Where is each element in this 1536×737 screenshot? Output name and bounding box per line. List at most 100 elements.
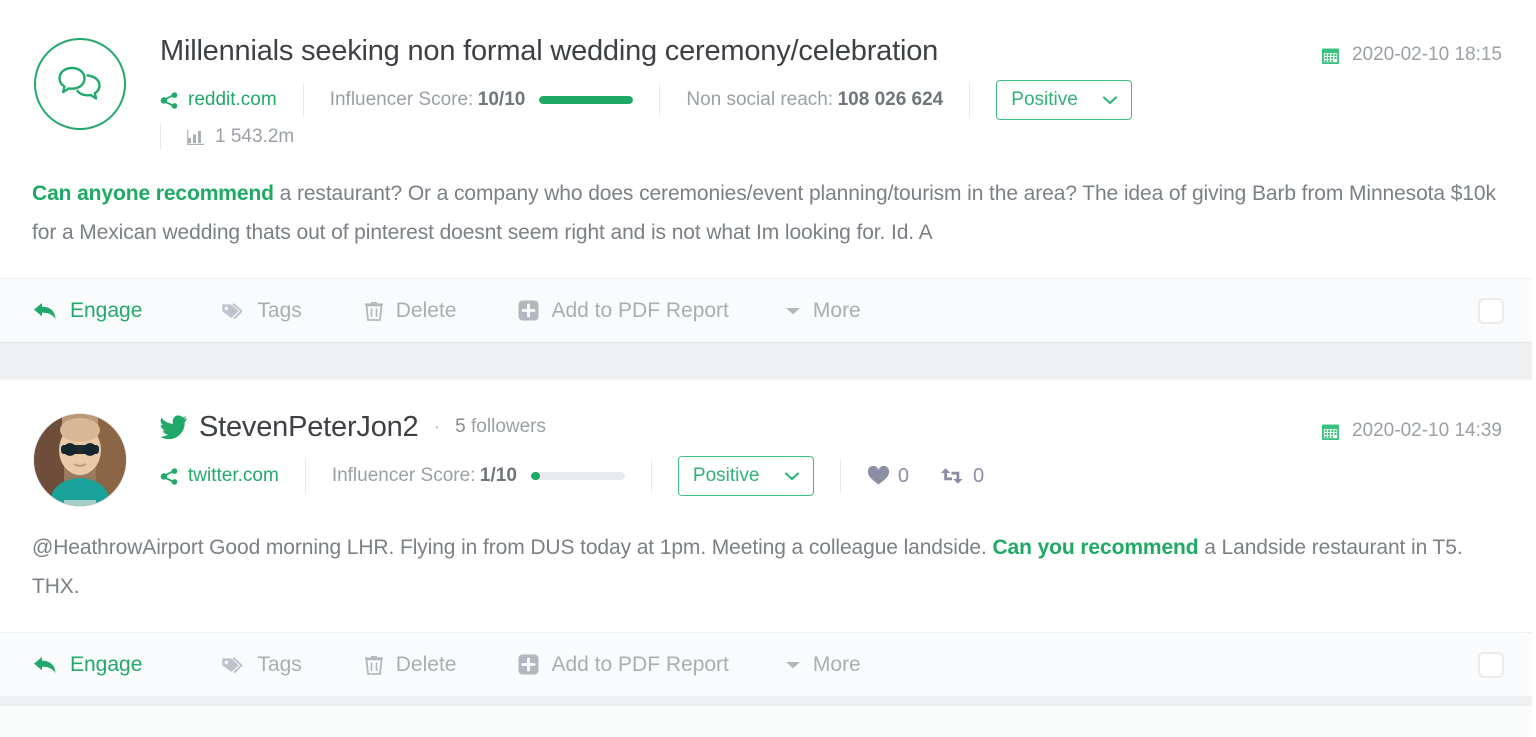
tags-button[interactable]: Tags — [220, 653, 301, 677]
sentiment-select[interactable]: Positive — [996, 80, 1132, 120]
sentiment-select[interactable]: Positive — [678, 456, 814, 496]
caret-down-icon — [785, 306, 801, 316]
tags-label: Tags — [257, 299, 301, 323]
post-toolbar: Engage Tags Delete — [0, 278, 1536, 342]
source-domain-cell: twitter.com — [160, 458, 305, 494]
post-date: 2020-02-10 18:15 — [1321, 34, 1504, 66]
add-to-pdf-report-label: Add to PDF Report — [551, 299, 728, 323]
sentiment-cell: Positive — [652, 458, 840, 494]
visits-stat: 1 543.2m — [187, 126, 294, 148]
tag-icon — [220, 301, 245, 321]
add-plus-square-icon — [518, 654, 539, 675]
post-header: Millennials seeking non formal wedding c… — [32, 4, 1504, 152]
chevron-down-icon — [785, 472, 799, 481]
post-meta-row: twitter.com Influencer Score: 1/10 — [160, 458, 1321, 494]
chevron-down-icon — [1103, 96, 1117, 105]
speech-bubble-avatar — [34, 38, 126, 130]
post-date-text: 2020-02-10 14:39 — [1352, 420, 1502, 442]
highlighted-phrase: Can you recommend — [992, 536, 1198, 559]
delete-label: Delete — [396, 299, 457, 323]
caret-down-icon — [785, 660, 801, 670]
influencer-score-cell: Influencer Score: 1/10 — [306, 458, 651, 494]
likes-stat: 0 — [867, 465, 909, 488]
twitter-icon — [160, 415, 188, 439]
bar-chart-icon — [187, 129, 206, 146]
page-title[interactable]: Millennials seeking non formal wedding c… — [160, 34, 938, 68]
add-to-pdf-report-button[interactable]: Add to PDF Report — [518, 653, 728, 677]
trash-icon — [364, 300, 384, 322]
add-plus-square-icon — [518, 300, 539, 321]
likes-count: 0 — [898, 465, 909, 488]
sentiment-value: Positive — [1011, 89, 1078, 111]
more-label: More — [813, 653, 861, 677]
speech-bubble-icon — [58, 65, 102, 103]
visits-stat-cell: 1 543.2m — [161, 122, 320, 152]
non-social-reach-value: 108 026 624 — [838, 89, 944, 111]
results-feed: Millennials seeking non formal wedding c… — [0, 0, 1536, 737]
non-social-reach-label: Non social reach: — [686, 89, 833, 111]
select-post-checkbox[interactable] — [1478, 298, 1504, 324]
post-header: StevenPeterJon2 · 5 followers — [32, 380, 1504, 506]
source-domain-cell: reddit.com — [160, 82, 303, 118]
author-line: StevenPeterJon2 · 5 followers — [160, 410, 1321, 444]
likes-cell: 0 — [841, 458, 927, 494]
post-meta-row-secondary: 1 543.2m — [160, 122, 1321, 152]
post-meta-row: reddit.com Influencer Score: 10/10 — [160, 82, 1321, 118]
tags-button[interactable]: Tags — [220, 299, 301, 323]
share-icon — [160, 467, 179, 486]
sentiment-value: Positive — [693, 465, 760, 487]
highlighted-phrase: Can anyone recommend — [32, 182, 274, 205]
retweets-stat: 0 — [939, 465, 984, 488]
followers-count: 5 followers — [455, 416, 546, 438]
retweet-icon — [939, 466, 965, 486]
delete-label: Delete — [396, 653, 457, 677]
influencer-score-label: Influencer Score: — [332, 465, 476, 487]
add-to-pdf-report-label: Add to PDF Report — [551, 653, 728, 677]
author-name[interactable]: StevenPeterJon2 — [199, 410, 419, 444]
reply-arrow-icon — [32, 654, 58, 676]
share-icon — [160, 91, 179, 110]
sentiment-cell: Positive — [970, 82, 1158, 118]
user-photo-icon — [34, 414, 126, 506]
user-photo-avatar[interactable] — [34, 414, 126, 506]
source-domain-link[interactable]: twitter.com — [188, 465, 279, 487]
influencer-score-label: Influencer Score: — [330, 89, 474, 111]
influencer-score-cell: Influencer Score: 10/10 — [304, 82, 660, 118]
tags-label: Tags — [257, 653, 301, 677]
retweets-count: 0 — [973, 465, 984, 488]
non-social-reach-cell: Non social reach: 108 026 624 — [660, 82, 969, 118]
more-button[interactable]: More — [785, 653, 861, 677]
delete-button[interactable]: Delete — [364, 653, 457, 677]
influencer-score-bar — [539, 96, 633, 104]
post-text-segment: @HeathrowAirport Good morning LHR. Flyin… — [32, 536, 992, 559]
influencer-score-value: 1/10 — [480, 465, 517, 487]
more-button[interactable]: More — [785, 299, 861, 323]
post-card: StevenPeterJon2 · 5 followers — [0, 380, 1536, 696]
post-card: Millennials seeking non formal wedding c… — [0, 4, 1536, 342]
avatar — [32, 34, 128, 130]
card-separator — [0, 342, 1536, 380]
post-toolbar: Engage Tags Delete — [0, 632, 1536, 696]
visits-stat-value: 1 543.2m — [215, 126, 294, 148]
post-text: Can anyone recommend a restaurant? Or a … — [0, 152, 1536, 278]
avatar — [32, 410, 128, 506]
post-date: 2020-02-10 14:39 — [1321, 410, 1504, 442]
influencer-score-value: 10/10 — [478, 89, 526, 111]
retweets-cell: 0 — [927, 458, 1010, 494]
engage-label: Engage — [70, 299, 142, 323]
more-label: More — [813, 299, 861, 323]
engage-button[interactable]: Engage — [32, 299, 142, 323]
source-domain-link[interactable]: reddit.com — [188, 89, 277, 111]
post-text: @HeathrowAirport Good morning LHR. Flyin… — [0, 506, 1536, 632]
delete-button[interactable]: Delete — [364, 299, 457, 323]
bottom-spacer — [0, 696, 1536, 706]
calendar-icon — [1321, 46, 1340, 65]
post-date-text: 2020-02-10 18:15 — [1352, 44, 1502, 66]
engage-button[interactable]: Engage — [32, 653, 142, 677]
select-post-checkbox[interactable] — [1478, 652, 1504, 678]
heart-icon — [867, 466, 890, 486]
calendar-icon — [1321, 422, 1340, 441]
right-edge — [1532, 0, 1536, 737]
engage-label: Engage — [70, 653, 142, 677]
add-to-pdf-report-button[interactable]: Add to PDF Report — [518, 299, 728, 323]
